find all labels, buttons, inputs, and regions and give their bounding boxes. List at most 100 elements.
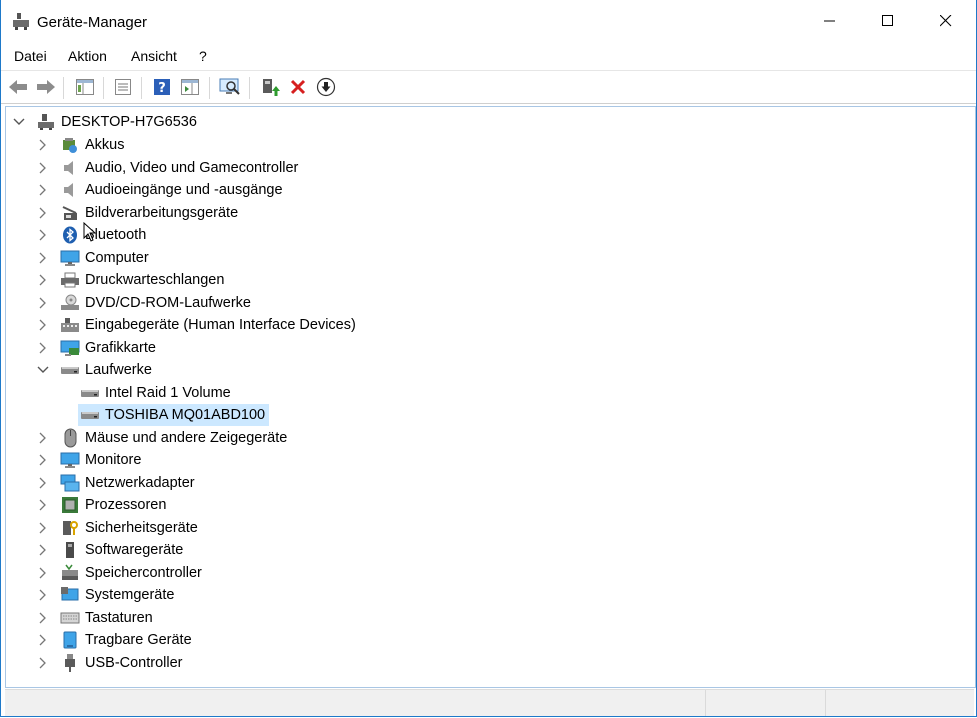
- tree-item-label: Mäuse und andere Zeigegeräte: [85, 430, 288, 446]
- tree-item-portable-devices[interactable]: Tragbare Geräte: [36, 629, 192, 651]
- tree-item-label: Bildverarbeitungsgeräte: [85, 205, 239, 221]
- tree-item-label: DVD/CD-ROM-Laufwerke: [85, 295, 251, 311]
- chevron-right-icon[interactable]: [36, 588, 50, 602]
- menu-ansicht[interactable]: Ansicht: [131, 48, 177, 64]
- tree-item-imaging[interactable]: Bildverarbeitungsgeräte: [36, 202, 238, 224]
- menu-datei[interactable]: Datei: [14, 48, 47, 64]
- status-bar: [5, 689, 974, 716]
- chevron-right-icon[interactable]: [36, 498, 50, 512]
- toolbar: ?: [1, 70, 976, 104]
- close-icon: [940, 15, 952, 27]
- chevron-right-icon[interactable]: [36, 431, 50, 445]
- chevron-right-icon[interactable]: [36, 318, 50, 332]
- chevron-right-icon[interactable]: [36, 521, 50, 535]
- chevron-right-icon[interactable]: [36, 566, 50, 580]
- scan-hardware-icon: [219, 78, 240, 95]
- action-pane-button[interactable]: [179, 76, 201, 98]
- update-driver-icon: [263, 79, 280, 96]
- keyboard-icon: [60, 608, 80, 628]
- device-tree[interactable]: DESKTOP-H7G6536 Akkus Audio, Video und G…: [5, 106, 976, 688]
- tree-item-usb-controllers[interactable]: USB-Controller: [36, 652, 183, 674]
- system-device-icon: [60, 585, 80, 605]
- maximize-button[interactable]: [859, 4, 917, 38]
- tree-item-label: Prozessoren: [85, 497, 167, 513]
- help-button[interactable]: ?: [151, 76, 173, 98]
- show-hide-console-tree-button[interactable]: [74, 76, 96, 98]
- menu-bar: Datei Aktion Ansicht ?: [1, 44, 976, 68]
- disk-drive-icon: [80, 383, 100, 403]
- tree-item-mice[interactable]: Mäuse und andere Zeigegeräte: [36, 427, 287, 449]
- tree-item-network-adapters[interactable]: Netzwerkadapter: [36, 472, 195, 494]
- menu-help[interactable]: ?: [199, 48, 207, 64]
- monitor-icon: [60, 248, 80, 268]
- disk-drive-icon: [60, 360, 80, 380]
- tree-item-audio-video[interactable]: Audio, Video und Gamecontroller: [36, 157, 298, 179]
- chevron-right-icon[interactable]: [36, 273, 50, 287]
- tree-root[interactable]: DESKTOP-H7G6536: [12, 111, 197, 133]
- minimize-icon: [824, 20, 835, 22]
- chevron-right-icon[interactable]: [36, 251, 50, 265]
- toolbar-separator: [63, 77, 64, 99]
- tree-item-print-queues[interactable]: Druckwarteschlangen: [36, 269, 224, 291]
- back-button[interactable]: [7, 76, 29, 98]
- storage-controller-icon: [60, 563, 80, 583]
- tree-item-audio-io[interactable]: Audioeingänge und -ausgänge: [36, 179, 283, 201]
- toolbar-separator: [103, 77, 104, 99]
- mouse-icon: [60, 428, 80, 448]
- maximize-icon: [882, 15, 893, 26]
- scan-hardware-button[interactable]: [219, 76, 241, 98]
- close-button[interactable]: [917, 4, 975, 38]
- disable-device-button[interactable]: [315, 76, 337, 98]
- tree-item-processors[interactable]: Prozessoren: [36, 494, 166, 516]
- title-bar[interactable]: Geräte-Manager: [1, 4, 976, 40]
- hid-icon: [60, 315, 80, 335]
- tree-item-dvd-cd-rom[interactable]: DVD/CD-ROM-Laufwerke: [36, 292, 251, 314]
- update-driver-button[interactable]: [259, 76, 281, 98]
- chevron-right-icon[interactable]: [36, 656, 50, 670]
- tree-item-system-devices[interactable]: Systemgeräte: [36, 584, 174, 606]
- portable-device-icon: [60, 630, 80, 650]
- tree-child-toshiba-selected[interactable]: TOSHIBA MQ01ABD100: [78, 404, 270, 426]
- tree-item-storage-controllers[interactable]: Speichercontroller: [36, 562, 202, 584]
- menu-aktion[interactable]: Aktion: [68, 48, 107, 64]
- tree-child-intel-raid[interactable]: Intel Raid 1 Volume: [80, 382, 231, 404]
- chevron-right-icon[interactable]: [36, 296, 50, 310]
- tree-item-keyboards[interactable]: Tastaturen: [36, 607, 153, 629]
- tree-item-security-devices[interactable]: Sicherheitsgeräte: [36, 517, 198, 539]
- tree-item-label: Monitore: [85, 452, 142, 468]
- tree-item-disk-drives[interactable]: Laufwerke: [36, 359, 152, 381]
- bluetooth-icon: [60, 225, 80, 245]
- tree-item-label: Audio, Video und Gamecontroller: [85, 160, 299, 176]
- chevron-right-icon[interactable]: [36, 206, 50, 220]
- tree-item-computer[interactable]: Computer: [36, 247, 149, 269]
- disable-device-icon: [316, 77, 336, 97]
- tree-item-display-adapter[interactable]: Grafikkarte: [36, 337, 156, 359]
- tree-item-software-devices[interactable]: Softwaregeräte: [36, 539, 183, 561]
- chevron-right-icon[interactable]: [36, 543, 50, 557]
- chevron-right-icon[interactable]: [36, 611, 50, 625]
- uninstall-device-button[interactable]: [287, 76, 309, 98]
- chevron-right-icon[interactable]: [36, 161, 50, 175]
- properties-button[interactable]: [112, 76, 134, 98]
- tree-item-label: Computer: [85, 250, 149, 266]
- chevron-right-icon[interactable]: [36, 138, 50, 152]
- minimize-button[interactable]: [801, 4, 859, 38]
- svg-text:?: ?: [158, 81, 166, 96]
- chevron-right-icon[interactable]: [36, 341, 50, 355]
- forward-button[interactable]: [35, 76, 57, 98]
- chevron-right-icon[interactable]: [36, 183, 50, 197]
- chevron-down-icon[interactable]: [36, 363, 50, 377]
- back-arrow-icon: [9, 80, 27, 94]
- chevron-down-icon[interactable]: [12, 115, 26, 129]
- tree-item-hid[interactable]: Eingabegeräte (Human Interface Devices): [36, 314, 356, 336]
- tree-item-monitors[interactable]: Monitore: [36, 449, 141, 471]
- tree-item-akkus[interactable]: Akkus: [36, 134, 125, 156]
- network-adapter-icon: [60, 473, 80, 493]
- chevron-right-icon[interactable]: [36, 453, 50, 467]
- chevron-right-icon[interactable]: [36, 476, 50, 490]
- chevron-right-icon[interactable]: [36, 228, 50, 242]
- tree-item-label: Intel Raid 1 Volume: [105, 385, 231, 401]
- tree-item-label: Systemgeräte: [85, 587, 175, 603]
- help-icon: ?: [154, 79, 170, 96]
- chevron-right-icon[interactable]: [36, 633, 50, 647]
